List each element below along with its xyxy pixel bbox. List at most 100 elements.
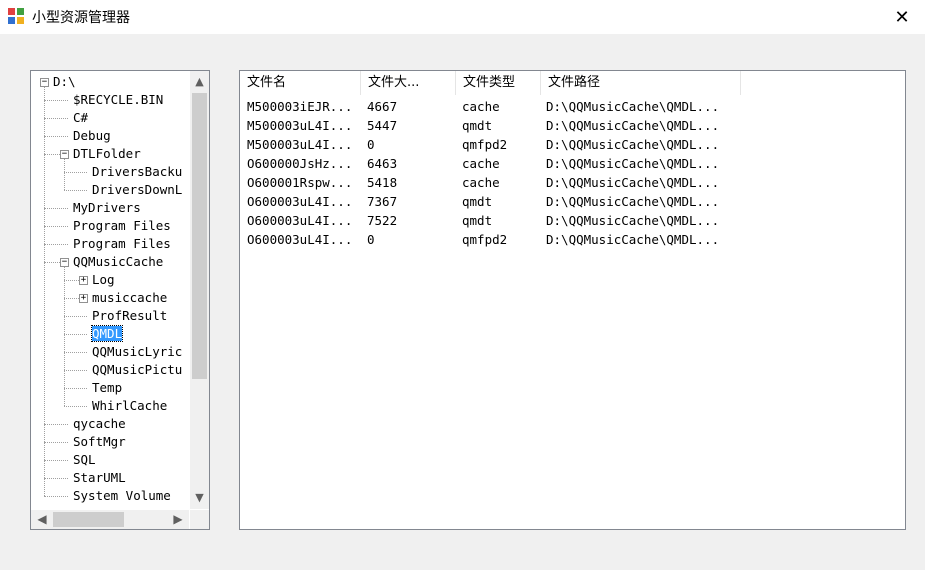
file-name-cell[interactable]: O600003uL4I...: [247, 211, 359, 230]
tree-node-label: C#: [73, 110, 89, 125]
tree-node[interactable]: DriversDownL: [92, 181, 182, 199]
file-name-cell[interactable]: O600001Rspw...: [247, 173, 359, 192]
tree-node-label: D:\: [53, 74, 76, 89]
scroll-down-icon[interactable]: ▼: [190, 489, 209, 507]
file-size-cell: 4667: [367, 99, 398, 114]
tree-node[interactable]: qycache: [73, 415, 126, 433]
file-path-cell: D:\QQMusicCache\QMDL...: [546, 118, 720, 133]
tree-connector: [44, 424, 68, 425]
file-size-cell: 5418: [367, 175, 398, 190]
file-size-cell: 7367: [367, 194, 398, 209]
tree-vertical-scrollbar[interactable]: ▲ ▼: [190, 71, 209, 509]
tree-node[interactable]: ProfResult: [92, 307, 167, 325]
tree-connector: [44, 136, 68, 137]
tree-connector: [44, 87, 45, 496]
tree-node[interactable]: C#: [73, 109, 88, 127]
tree-node-label: Debug: [73, 128, 111, 143]
tree-connector: [44, 244, 68, 245]
tree-node[interactable]: SoftMgr: [73, 433, 126, 451]
tree-node[interactable]: $RECYCLE.BIN: [73, 91, 163, 109]
expand-icon[interactable]: +: [79, 294, 88, 303]
tree-node-label: Log: [92, 272, 115, 287]
tree-node-label: Program Files: [73, 218, 171, 233]
file-name-cell[interactable]: M500003uL4I...: [247, 116, 359, 135]
tree-connector: [44, 208, 68, 209]
folder-tree[interactable]: − D:\ $RECYCLE.BIN C# Debug − DTLFolder Drivers…: [30, 70, 210, 530]
scroll-left-icon[interactable]: ◀: [33, 510, 51, 529]
tree-node-label: QQMusicLyric: [92, 344, 183, 359]
app-icon: [8, 8, 26, 26]
tree-connector: [64, 267, 65, 406]
close-button[interactable]: ✕: [879, 0, 925, 34]
file-path-cell: D:\QQMusicCache\QMDL...: [546, 137, 720, 152]
tree-node[interactable]: SQL: [73, 451, 96, 469]
file-path-cell: D:\QQMusicCache\QMDL...: [546, 213, 720, 228]
tree-node[interactable]: Log: [92, 271, 115, 289]
tree-node[interactable]: QMDL: [90, 325, 124, 343]
file-name-cell[interactable]: O600000JsHz...: [247, 154, 359, 173]
tree-connector: [44, 100, 68, 101]
expand-icon[interactable]: +: [79, 276, 88, 285]
tree-horizontal-scrollbar[interactable]: ◀ ▶: [31, 510, 189, 529]
tree-node[interactable]: DTLFolder: [73, 145, 141, 163]
column-header-name[interactable]: 文件名: [240, 71, 361, 95]
tree-connector: [64, 370, 87, 371]
file-type-cell: cache: [462, 175, 500, 190]
file-type-cell: cache: [462, 156, 500, 171]
tree-connector: [64, 190, 87, 191]
tree-connector: [44, 460, 68, 461]
file-path-cell: D:\QQMusicCache\QMDL...: [546, 194, 720, 209]
tree-node[interactable]: Debug: [73, 127, 111, 145]
tree-node[interactable]: QQMusicPictu: [92, 361, 182, 379]
tree-content: − D:\ $RECYCLE.BIN C# Debug − DTLFolder Drivers…: [31, 71, 189, 509]
column-header-size[interactable]: 文件大...: [361, 71, 456, 95]
tree-node-label: WhirlCache: [92, 398, 168, 413]
tree-node[interactable]: StarUML: [73, 469, 126, 487]
tree-node-label: ProfResult: [92, 308, 168, 323]
collapse-icon[interactable]: −: [60, 258, 69, 267]
file-type-cell: qmfpd2: [462, 232, 508, 247]
file-name-cell[interactable]: O600003uL4I...: [247, 192, 359, 211]
tree-node-label: $RECYCLE.BIN: [73, 92, 164, 107]
file-name-cell[interactable]: M500003uL4I...: [247, 135, 359, 154]
tree-node[interactable]: Program Files: [73, 235, 171, 253]
file-type-cell: qmfpd2: [462, 137, 508, 152]
collapse-icon[interactable]: −: [40, 78, 49, 87]
scroll-thumb-horizontal[interactable]: [53, 512, 124, 527]
tree-node-label: DriversDownL: [92, 182, 183, 197]
tree-node[interactable]: Program Files: [73, 217, 171, 235]
tree-connector: [64, 334, 87, 335]
tree-node[interactable]: DriversBacku: [92, 163, 182, 181]
window-title: 小型资源管理器: [32, 10, 130, 26]
scroll-up-icon[interactable]: ▲: [190, 73, 209, 91]
tree-node[interactable]: QQMusicLyric: [92, 343, 182, 361]
file-name-cell[interactable]: O600003uL4I...: [247, 230, 359, 249]
tree-connector: [44, 226, 68, 227]
collapse-icon[interactable]: −: [60, 150, 69, 159]
scroll-thumb-vertical[interactable]: [192, 93, 207, 379]
tree-node[interactable]: QQMusicCache: [73, 253, 163, 271]
tree-node[interactable]: System Volume: [73, 487, 171, 505]
column-header-type[interactable]: 文件类型: [456, 71, 541, 95]
file-name-cell[interactable]: M500003iEJR...: [247, 97, 359, 116]
tree-node-label: QQMusicPictu: [92, 362, 183, 377]
tree-node[interactable]: musiccache: [92, 289, 167, 307]
tree-node[interactable]: Temp: [92, 379, 122, 397]
file-path-cell: D:\QQMusicCache\QMDL...: [546, 175, 720, 190]
file-list-view[interactable]: 文件名 文件大... 文件类型 文件路径 M500003iEJR... 4667 c…: [239, 70, 906, 530]
tree-node-label: System Volume: [73, 488, 171, 503]
tree-connector: [44, 496, 68, 497]
file-type-cell: qmdt: [462, 194, 493, 209]
file-size-cell: 6463: [367, 156, 398, 171]
scrollbar-corner: [190, 510, 209, 529]
tree-node[interactable]: WhirlCache: [92, 397, 167, 415]
tree-node[interactable]: D:\: [53, 73, 76, 91]
file-size-cell: 5447: [367, 118, 398, 133]
tree-connector: [64, 388, 87, 389]
tree-node-label: musiccache: [92, 290, 168, 305]
tree-connector: [44, 478, 68, 479]
tree-node-label: DriversBacku: [92, 164, 183, 179]
tree-node[interactable]: MyDrivers: [73, 199, 141, 217]
scroll-right-icon[interactable]: ▶: [169, 510, 187, 529]
column-header-path[interactable]: 文件路径: [541, 71, 741, 95]
